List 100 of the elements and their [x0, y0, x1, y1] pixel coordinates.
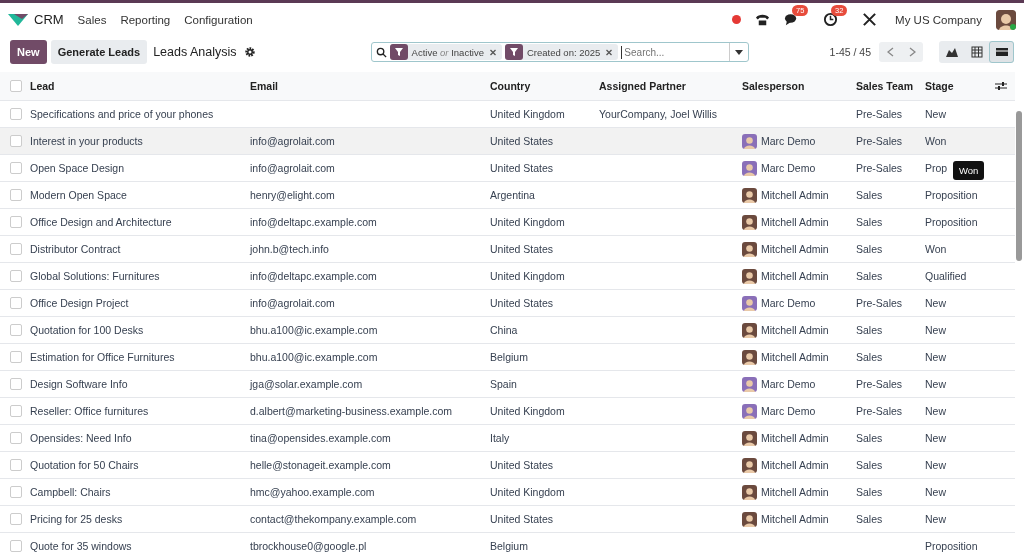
search-field[interactable]: Active or Inactive Created on: 2025 Search... — [370, 42, 749, 62]
table-cell-text: Opensides: Need Info — [30, 432, 133, 444]
select-all-checkbox[interactable] — [10, 80, 22, 92]
row-checkbox[interactable] — [10, 432, 22, 444]
table-cell: Mitchell Admin — [761, 189, 829, 201]
table-cell-text: Distributor Contract — [30, 243, 122, 255]
row-checkbox[interactable] — [10, 405, 22, 417]
column-header[interactable]: Salesperson — [742, 80, 856, 92]
table-row[interactable]: Modern Open Space henry@elight.com Argentina Mitchell Admin Sales Proposition — [0, 182, 1015, 209]
table-row[interactable]: Campbell: Chairs hmc@yahoo.example.com United Kingdom Mitchell Admin Sales New — [0, 479, 1015, 506]
table-row[interactable]: Estimation for Office Furnitures bhu.a100@ic.example.com Belgium Mitchell Admin Sales New — [0, 344, 1015, 371]
filter-facet[interactable]: Created on: 2025 — [504, 44, 619, 60]
table-cell: New — [925, 297, 946, 309]
filter-facet[interactable]: Active or Inactive — [389, 44, 502, 60]
table-row[interactable]: Global Solutions: Furnitures info@deltapc.example.com United Kingdom Mitchell Admin Sales Qualified — [0, 263, 1015, 290]
row-checkbox[interactable] — [10, 243, 22, 255]
row-checkbox[interactable] — [10, 351, 22, 363]
table-cell-text: United States — [490, 297, 555, 309]
table-row[interactable]: Pricing for 25 desks contact@thekompany.example.com United States Mitchell Admin Sales New — [0, 506, 1015, 533]
row-checkbox[interactable] — [10, 108, 22, 120]
menu-item[interactable]: Configuration — [184, 13, 253, 26]
table-row[interactable]: Reseller: Office furnitures d.albert@marketing-business.example.com United Kingdom Marc Demo Pre-Sales New — [0, 398, 1015, 425]
table-cell: New — [925, 378, 946, 390]
sliders-icon[interactable] — [995, 81, 1007, 91]
table-row[interactable]: Design Software Info jga@solar.example.com Spain Marc Demo Pre-Sales New — [0, 371, 1015, 398]
row-checkbox[interactable] — [10, 162, 22, 174]
company-switcher[interactable]: My US Company — [895, 13, 982, 26]
pager-value[interactable]: 1-45 / 45 — [829, 46, 871, 58]
filter-icon — [509, 48, 518, 56]
table-cell-text: Italy — [490, 432, 511, 444]
row-checkbox[interactable] — [10, 189, 22, 201]
table-cell: Sales — [856, 189, 883, 201]
column-header[interactable]: Email — [250, 80, 490, 92]
menu-item[interactable]: Sales — [77, 13, 107, 26]
row-checkbox[interactable] — [10, 135, 22, 147]
table-row[interactable]: Office Design Project info@agrolait.com United States Marc Demo Pre-Sales New — [0, 290, 1015, 317]
logo-icon[interactable] — [8, 12, 28, 27]
table-cell: Sales — [856, 459, 883, 471]
table-cell: info@agrolait.com — [250, 297, 335, 309]
caret-icon[interactable] — [734, 49, 743, 55]
table-cell: Pre-Sales — [856, 405, 903, 417]
table-cell-text: United States — [490, 459, 555, 471]
tooltip: Won — [953, 161, 985, 180]
table-cell-text: Campbell: Chairs — [30, 486, 112, 498]
row-checkbox[interactable] — [10, 540, 22, 552]
table-cell: Sales — [856, 216, 883, 228]
table-cell-text: Office Design and Architecture — [30, 216, 173, 228]
table-cell: New — [925, 432, 946, 444]
generate-leads-button[interactable]: Generate Leads — [50, 40, 148, 64]
table-cell-text: United States — [490, 513, 555, 525]
table-row[interactable]: Interest in your products info@agrolait.com United States Marc Demo Pre-Sales Won — [0, 128, 1015, 155]
table-cell-text: United Kingdom — [490, 486, 566, 498]
column-header[interactable]: Lead — [30, 80, 250, 92]
row-checkbox[interactable] — [10, 324, 22, 336]
row-checkbox[interactable] — [10, 486, 22, 498]
row-checkbox[interactable] — [10, 378, 22, 390]
table-row[interactable]: Distributor Contract john.b@tech.info United States Mitchell Admin Sales Won — [0, 236, 1015, 263]
table-cell: New — [925, 324, 946, 336]
user-avatar[interactable] — [996, 9, 1016, 30]
row-checkbox[interactable] — [10, 513, 22, 525]
table-cell-text: United Kingdom — [490, 405, 566, 417]
table-cell: jga@solar.example.com — [250, 378, 363, 390]
tools-icon[interactable] — [862, 12, 878, 27]
table-cell: New — [925, 351, 946, 363]
table-row[interactable]: Opensides: Need Info tina@opensides.example.com Italy Mitchell Admin Sales New — [0, 425, 1015, 452]
row-checkbox[interactable] — [10, 270, 22, 282]
settings-icon[interactable] — [244, 47, 255, 57]
table-cell-text: Specifications and price of your phones — [30, 108, 215, 120]
table-row[interactable]: Quotation for 100 Desks bhu.a100@ic.example.com China Mitchell Admin Sales New — [0, 317, 1015, 344]
table-row[interactable]: Quote for 35 windows tbrockhouse0@google.pl Belgium Proposition — [0, 533, 1015, 555]
table-cell: Mitchell Admin — [761, 351, 829, 363]
menu-item[interactable]: Reporting — [120, 13, 171, 26]
table-row[interactable]: Office Design and Architecture info@deltapc.example.com United Kingdom Mitchell Admin Sales Proposition — [0, 209, 1015, 236]
table-cell-text: United Kingdom — [490, 216, 566, 228]
table-cell: Sales — [856, 513, 883, 525]
phone-icon[interactable] — [755, 12, 771, 27]
table-cell: Mitchell Admin — [761, 243, 829, 255]
table-cell: New — [925, 513, 946, 525]
new-button[interactable]: New — [10, 40, 47, 64]
table-cell: Pre-Sales — [856, 378, 903, 390]
column-header[interactable]: Stage — [925, 80, 991, 92]
table-cell: YourCompany, Joel Willis — [599, 108, 717, 120]
table-cell: Pre-Sales — [856, 135, 903, 147]
table-cell-text: United Kingdom — [490, 270, 566, 282]
search-icon — [375, 46, 387, 58]
recording-icon[interactable] — [732, 15, 742, 24]
column-header[interactable]: Sales Team — [856, 80, 925, 92]
table-cell: Mitchell Admin — [761, 270, 829, 282]
scrollbar[interactable] — [1016, 111, 1022, 261]
table-cell-text: United States — [490, 135, 555, 147]
column-header[interactable]: Assigned Partner — [599, 80, 742, 92]
chevron-left-icon — [886, 47, 894, 57]
row-checkbox[interactable] — [10, 459, 22, 471]
app-name[interactable]: CRM — [34, 12, 64, 27]
row-checkbox[interactable] — [10, 297, 22, 309]
list-view-button[interactable] — [989, 41, 1014, 63]
clock-icon[interactable] — [823, 12, 839, 27]
table-row[interactable]: Quotation for 50 Chairs helle@stonageit.example.com United States Mitchell Admin Sales New — [0, 452, 1015, 479]
column-header[interactable]: Country — [490, 80, 599, 92]
row-checkbox[interactable] — [10, 216, 22, 228]
